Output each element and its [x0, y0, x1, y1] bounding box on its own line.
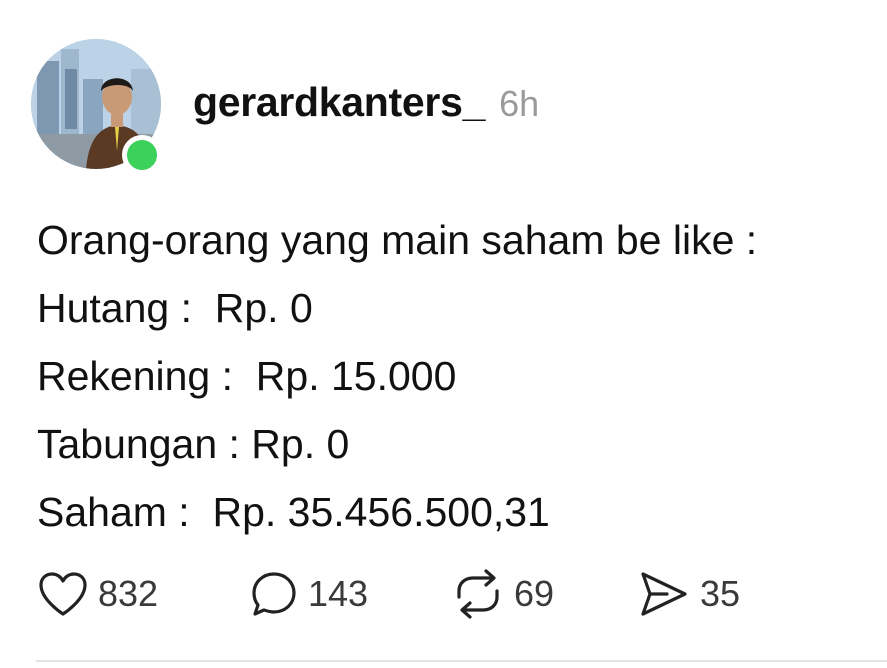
comment-button[interactable]: 143	[249, 566, 368, 622]
post-timestamp: 6h	[499, 83, 540, 124]
avatar-container[interactable]	[31, 39, 162, 175]
post-header: gerardkanters_ 6h	[193, 79, 539, 126]
post-text-line: Rekening : Rp. 15.000	[37, 353, 457, 399]
username[interactable]: gerardkanters_	[193, 79, 485, 126]
post-text-line: Hutang : Rp. 0	[37, 285, 313, 331]
share-count: 35	[700, 573, 741, 614]
post-text-line: Tabungan : Rp. 0	[37, 421, 350, 467]
send-icon	[641, 572, 687, 616]
online-status-indicator	[122, 135, 162, 175]
repost-button[interactable]: 69	[451, 566, 554, 622]
post-divider	[36, 660, 887, 662]
post-text-line: Saham : Rp. 35.456.500,31	[37, 489, 550, 535]
heart-icon	[39, 572, 87, 616]
speech-bubble-icon	[252, 572, 296, 616]
repost-count: 69	[514, 573, 555, 614]
post-body: Orang-orang yang main saham be like : Hu…	[37, 206, 877, 546]
post-text-line: Orang-orang yang main saham be like :	[37, 217, 758, 263]
repost-icon	[457, 569, 499, 619]
comment-count: 143	[308, 573, 369, 614]
like-button[interactable]: 832	[37, 566, 158, 622]
like-count: 832	[98, 573, 159, 614]
share-button[interactable]: 35	[637, 566, 740, 622]
